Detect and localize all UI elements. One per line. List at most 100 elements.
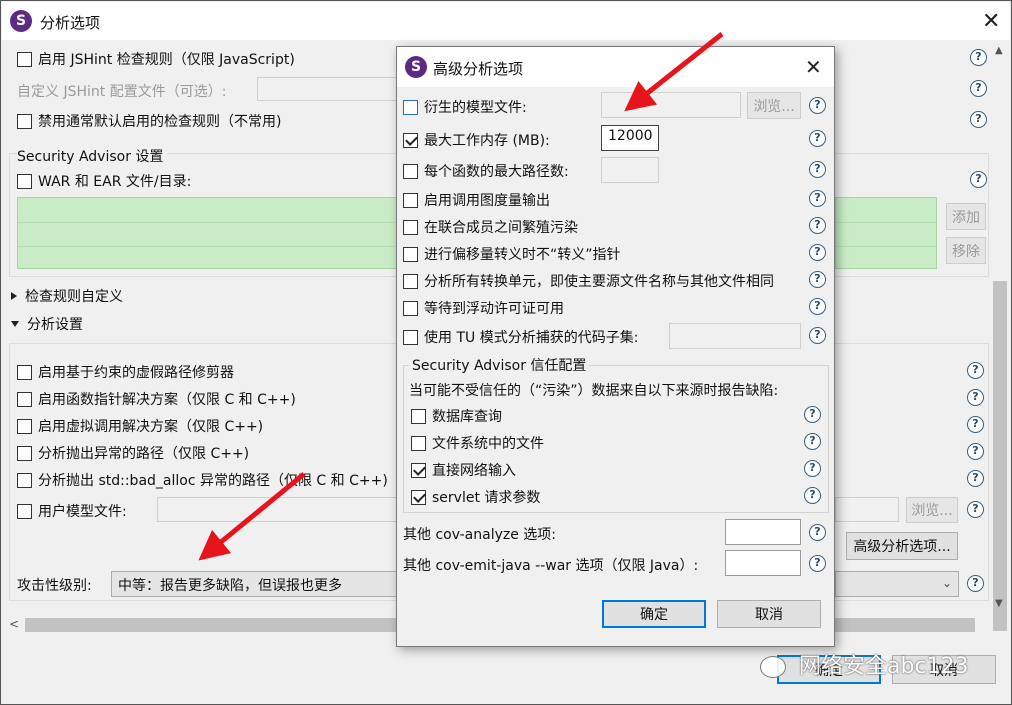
disable-default-row[interactable]: 禁用通常默认启用的检查规则（不常用) <box>17 111 281 131</box>
aggressiveness-select[interactable]: 中等：报告更多缺陷，但误报也更多 <box>111 571 397 597</box>
help-icon[interactable]: ? <box>809 298 826 315</box>
derived-models-input[interactable] <box>601 92 741 118</box>
dialog-ok-button[interactable]: 确定 <box>602 600 706 628</box>
wait-license-row[interactable]: 等待到浮动许可证可用 <box>403 298 564 318</box>
help-icon[interactable]: ? <box>967 443 984 460</box>
add-button[interactable]: 添加 <box>946 203 986 230</box>
exception-paths-row[interactable]: 分析抛出异常的路径（仅限 C++) <box>17 443 249 463</box>
max-memory-checkbox[interactable] <box>403 132 418 148</box>
help-icon[interactable]: ? <box>967 501 984 518</box>
jshint-config-input[interactable] <box>257 77 397 101</box>
help-icon[interactable]: ? <box>809 190 826 207</box>
filesystem-row[interactable]: 文件系统中的文件 <box>411 433 544 453</box>
constraint-pruner-row[interactable]: 启用基于约束的虚假路径修剪器 <box>17 362 234 382</box>
help-icon[interactable]: ? <box>970 171 987 188</box>
user-model-checkbox[interactable] <box>17 503 32 519</box>
help-icon[interactable]: ? <box>970 80 987 97</box>
help-icon[interactable]: ? <box>970 49 987 66</box>
all-tus-checkbox[interactable] <box>403 273 418 289</box>
war-ear-list[interactable] <box>17 197 399 269</box>
help-icon[interactable]: ? <box>809 524 826 541</box>
cov-emit-input[interactable] <box>725 550 801 576</box>
checker-custom-section[interactable]: 检查规则自定义 <box>11 286 123 306</box>
help-icon[interactable]: ? <box>967 416 984 433</box>
scroll-left-icon[interactable]: < <box>9 617 19 631</box>
wait-license-checkbox[interactable] <box>403 300 418 316</box>
database-row[interactable]: 数据库查询 <box>411 406 502 426</box>
callgraph-row[interactable]: 启用调用图度量输出 <box>403 190 550 210</box>
max-memory-input[interactable]: 12000 <box>601 125 659 151</box>
help-icon[interactable]: ? <box>804 433 821 450</box>
constraint-pruner-checkbox[interactable] <box>17 364 32 380</box>
tu-pattern-input[interactable] <box>669 323 801 349</box>
scroll-thumb[interactable] <box>993 281 1007 631</box>
disable-default-checkbox[interactable] <box>17 113 32 129</box>
help-icon[interactable]: ? <box>809 217 826 234</box>
virtual-call-row[interactable]: 启用虚拟调用解决方案（仅限 C++) <box>17 416 263 436</box>
cov-analyze-input[interactable] <box>725 519 801 545</box>
derived-models-checkbox[interactable] <box>403 99 418 115</box>
help-icon[interactable]: ? <box>967 389 984 406</box>
help-icon[interactable]: ? <box>970 111 987 128</box>
aggressiveness-select-right[interactable]: ⌄ <box>835 571 959 597</box>
all-tus-row[interactable]: 分析所有转换单元，即使主要源文件名称与其他文件相同 <box>403 271 774 291</box>
tu-pattern-row[interactable]: 使用 TU 模式分析捕获的代码子集: <box>403 327 638 347</box>
help-icon[interactable]: ? <box>809 161 826 178</box>
taint-union-label: 在联合成员之间繁殖污染 <box>424 220 578 236</box>
help-icon[interactable]: ? <box>809 130 826 147</box>
user-model-input-right[interactable] <box>835 497 899 522</box>
jshint-row[interactable]: 启用 JSHint 检查规则（仅限 JavaScript) <box>17 49 295 69</box>
bad-alloc-row[interactable]: 分析抛出 std::bad_alloc 异常的路径（仅限 C 和 C++) <box>17 470 388 490</box>
max-paths-input[interactable] <box>601 157 659 183</box>
dialog-cancel-button[interactable]: 取消 <box>717 600 821 628</box>
analysis-settings-section[interactable]: 分析设置 <box>11 314 83 334</box>
max-paths-row[interactable]: 每个函数的最大路径数: <box>403 161 569 181</box>
help-icon[interactable]: ? <box>804 487 821 504</box>
remove-button[interactable]: 移除 <box>946 237 986 264</box>
bad-alloc-checkbox[interactable] <box>17 472 32 488</box>
callgraph-checkbox[interactable] <box>403 192 418 208</box>
virtual-call-checkbox[interactable] <box>17 418 32 434</box>
servlet-row[interactable]: servlet 请求参数 <box>411 487 540 507</box>
servlet-checkbox[interactable] <box>411 489 426 505</box>
offset-pointer-row[interactable]: 进行偏移量转义时不“转义”指针 <box>403 244 621 264</box>
user-model-browse-button[interactable]: 浏览... <box>906 497 958 523</box>
offset-pointer-checkbox[interactable] <box>403 246 418 262</box>
help-icon[interactable]: ? <box>967 575 984 592</box>
advanced-analysis-button[interactable]: 高级分析选项... <box>846 532 958 560</box>
help-icon[interactable]: ? <box>967 470 984 487</box>
func-ptr-checkbox[interactable] <box>17 391 32 407</box>
jshint-checkbox[interactable] <box>17 51 32 67</box>
filesystem-checkbox[interactable] <box>411 435 426 451</box>
database-checkbox[interactable] <box>411 408 426 424</box>
max-paths-checkbox[interactable] <box>403 163 418 179</box>
taint-union-row[interactable]: 在联合成员之间繁殖污染 <box>403 217 578 237</box>
close-icon[interactable]: ✕ <box>982 11 1000 33</box>
max-memory-row[interactable]: 最大工作内存 (MB): <box>403 130 550 150</box>
war-ear-row[interactable]: WAR 和 EAR 文件/目录: <box>17 171 191 191</box>
help-icon[interactable]: ? <box>809 327 826 344</box>
derived-browse-button[interactable]: 浏览... <box>747 92 801 119</box>
help-icon[interactable]: ? <box>809 555 826 572</box>
derived-models-row[interactable]: 衍生的模型文件: <box>403 97 527 117</box>
network-row[interactable]: 直接网络输入 <box>411 460 516 480</box>
help-icon[interactable]: ? <box>809 97 826 114</box>
exception-paths-checkbox[interactable] <box>17 445 32 461</box>
help-icon[interactable]: ? <box>809 271 826 288</box>
help-icon[interactable]: ? <box>967 362 984 379</box>
user-model-input[interactable] <box>157 497 397 522</box>
help-icon[interactable]: ? <box>809 244 826 261</box>
scroll-down-icon[interactable]: ▼ <box>995 598 1003 609</box>
dialog-close-icon[interactable]: ✕ <box>805 57 822 77</box>
war-ear-list-right[interactable] <box>835 197 937 269</box>
help-icon[interactable]: ? <box>804 460 821 477</box>
func-ptr-row[interactable]: 启用函数指针解决方案（仅限 C 和 C++) <box>17 389 296 409</box>
help-icon[interactable]: ? <box>804 406 821 423</box>
taint-union-checkbox[interactable] <box>403 219 418 235</box>
war-ear-checkbox[interactable] <box>17 173 32 189</box>
tu-pattern-checkbox[interactable] <box>403 329 418 345</box>
scroll-up-icon[interactable]: ▲ <box>995 45 1003 56</box>
network-checkbox[interactable] <box>411 462 426 478</box>
vertical-scrollbar[interactable]: ▲ ▼ <box>991 41 1009 631</box>
user-model-row[interactable]: 用户模型文件: <box>17 501 127 521</box>
